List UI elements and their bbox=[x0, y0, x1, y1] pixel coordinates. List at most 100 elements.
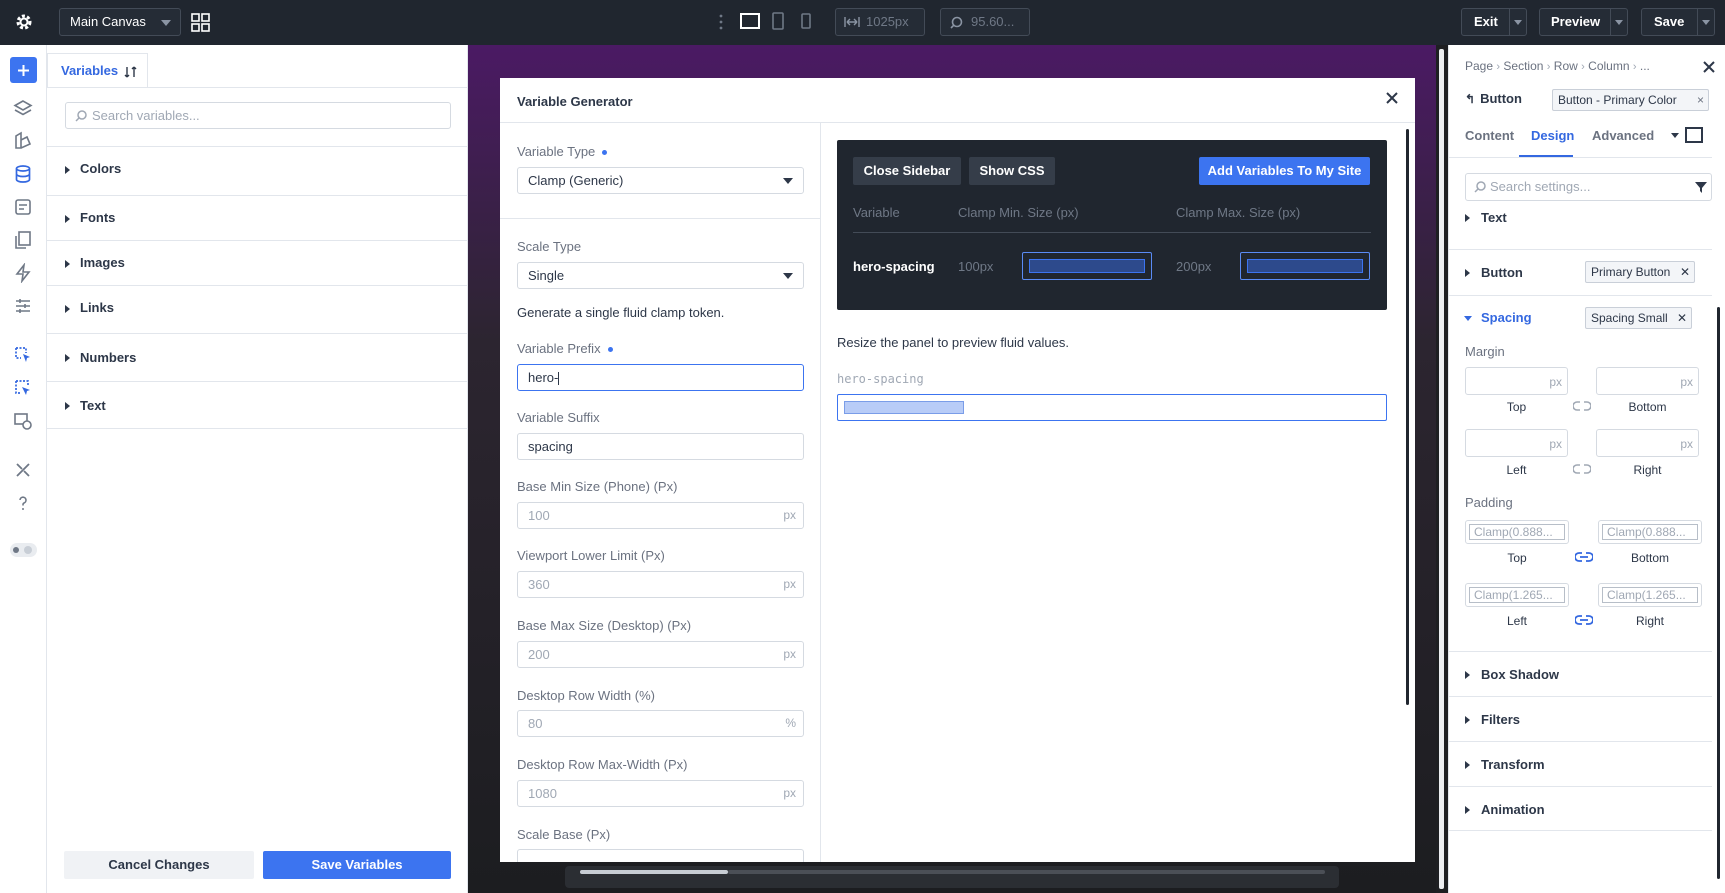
more-vertical-icon[interactable] bbox=[719, 13, 723, 31]
margin-bottom-input[interactable]: px bbox=[1596, 367, 1699, 395]
scale-description: Generate a single fluid clamp token. bbox=[517, 305, 725, 320]
dark-mode-toggle[interactable] bbox=[10, 543, 37, 557]
tab-advanced[interactable]: Advanced bbox=[1592, 128, 1654, 143]
exit-dropdown-icon[interactable] bbox=[1509, 9, 1526, 35]
lightning-icon[interactable] bbox=[13, 263, 33, 283]
link-icon[interactable] bbox=[1575, 615, 1593, 625]
variable-group-numbers[interactable]: Numbers bbox=[47, 333, 468, 381]
theme-builder-icon[interactable] bbox=[13, 131, 33, 151]
button-preset-label: Primary Button bbox=[1591, 265, 1671, 279]
select-tool-icon[interactable] bbox=[13, 345, 33, 365]
scale-type-select[interactable]: Single bbox=[517, 262, 804, 289]
link-icon[interactable] bbox=[1575, 552, 1593, 562]
list-settings-icon[interactable] bbox=[13, 296, 33, 316]
row-width-input[interactable]: 80% bbox=[517, 710, 804, 737]
tools-icon[interactable] bbox=[13, 460, 33, 480]
grid-view-icon[interactable] bbox=[191, 13, 210, 32]
save-variables-button[interactable]: Save Variables bbox=[263, 851, 451, 879]
multi-select-icon[interactable] bbox=[13, 378, 33, 398]
padding-top-input[interactable]: Clamp(0.888... bbox=[1465, 520, 1569, 544]
add-variables-button[interactable]: Add Variables To My Site bbox=[1199, 157, 1370, 185]
margin-left-input[interactable]: px bbox=[1465, 429, 1568, 457]
preview-dropdown-icon[interactable] bbox=[1610, 9, 1627, 35]
view-toggle-icon[interactable] bbox=[1685, 127, 1703, 143]
sort-icon[interactable] bbox=[124, 66, 137, 78]
variable-prefix-input[interactable]: hero- bbox=[517, 364, 804, 391]
tab-content[interactable]: Content bbox=[1465, 128, 1514, 143]
variables-database-icon[interactable] bbox=[13, 164, 33, 184]
modal-scrollbar[interactable] bbox=[1406, 129, 1409, 705]
close-icon[interactable]: ✕ bbox=[1680, 262, 1690, 282]
presets-icon[interactable] bbox=[13, 197, 33, 217]
button-preset-tag[interactable]: Primary Button ✕ bbox=[1585, 261, 1695, 283]
back-arrow-icon[interactable]: ↰ bbox=[1465, 92, 1475, 106]
unlink-icon[interactable] bbox=[1573, 401, 1591, 411]
padding-left-input[interactable]: Clamp(1.265... bbox=[1465, 583, 1569, 607]
section-animation[interactable]: Animation bbox=[1449, 786, 1712, 831]
section-box-shadow[interactable]: Box Shadow bbox=[1449, 651, 1712, 696]
margin-right-input[interactable]: px bbox=[1596, 429, 1699, 457]
search-settings-input[interactable]: Search settings... bbox=[1465, 173, 1712, 201]
breadcrumb-section[interactable]: Section bbox=[1503, 59, 1543, 73]
help-icon[interactable] bbox=[13, 493, 33, 513]
section-filters[interactable]: Filters bbox=[1449, 696, 1712, 741]
variable-group-fonts[interactable]: Fonts bbox=[47, 195, 468, 240]
settings-scrollbar[interactable] bbox=[1717, 307, 1720, 879]
base-max-input[interactable]: 200 px bbox=[517, 641, 804, 668]
exit-button[interactable]: Exit bbox=[1461, 8, 1527, 36]
breadcrumb-more[interactable]: ... bbox=[1640, 59, 1650, 73]
close-icon[interactable] bbox=[1702, 60, 1716, 74]
search-variables-input[interactable]: Search variables... bbox=[65, 102, 451, 129]
padding-right-input[interactable]: Clamp(1.265... bbox=[1598, 583, 1702, 607]
close-sidebar-button[interactable]: Close Sidebar bbox=[853, 157, 961, 185]
variable-group-images[interactable]: Images bbox=[47, 240, 468, 285]
row-max-input[interactable]: 1080 px bbox=[517, 780, 804, 807]
breadcrumb-column[interactable]: Column bbox=[1588, 59, 1629, 73]
responsive-settings-icon[interactable] bbox=[13, 411, 33, 431]
close-icon[interactable]: ✕ bbox=[1677, 308, 1687, 328]
zoom-input[interactable]: 95.60... bbox=[940, 8, 1030, 36]
variable-group-text[interactable]: Text bbox=[47, 381, 468, 429]
desktop-view-icon[interactable] bbox=[740, 12, 760, 30]
add-element-button[interactable] bbox=[10, 57, 37, 83]
preview-button[interactable]: Preview bbox=[1539, 8, 1628, 36]
section-text[interactable]: Text bbox=[1449, 205, 1712, 249]
save-dropdown-icon[interactable] bbox=[1697, 9, 1714, 35]
viewport-lower-input[interactable]: 360 px bbox=[517, 571, 804, 598]
cancel-changes-button[interactable]: Cancel Changes bbox=[64, 851, 254, 879]
save-button[interactable]: Save bbox=[1641, 8, 1715, 36]
base-min-input[interactable]: 100 px bbox=[517, 502, 804, 529]
tab-variables[interactable]: Variables bbox=[47, 53, 148, 87]
variable-type-select[interactable]: Clamp (Generic) bbox=[517, 167, 804, 194]
breadcrumb-page[interactable]: Page bbox=[1465, 59, 1493, 73]
canvas-width-input[interactable]: 1025px bbox=[835, 8, 925, 36]
scrollbar-thumb[interactable] bbox=[580, 870, 728, 874]
section-transform-label: Transform bbox=[1481, 757, 1545, 772]
breadcrumb-row[interactable]: Row bbox=[1554, 59, 1578, 73]
margin-top-input[interactable]: px bbox=[1465, 367, 1568, 395]
scrollbar-thumb[interactable] bbox=[1439, 49, 1444, 889]
variable-group-links[interactable]: Links bbox=[47, 285, 468, 330]
tabs-dropdown-icon[interactable] bbox=[1671, 133, 1679, 138]
tab-design[interactable]: Design bbox=[1531, 128, 1574, 143]
canvas-horizontal-scrollbar[interactable] bbox=[565, 866, 1339, 888]
pages-icon[interactable] bbox=[13, 230, 33, 250]
section-transform[interactable]: Transform bbox=[1449, 741, 1712, 786]
preset-tag[interactable]: Button - Primary Color × bbox=[1552, 89, 1709, 111]
settings-gear-icon[interactable] bbox=[14, 12, 34, 32]
scale-base-input[interactable] bbox=[517, 849, 804, 862]
phone-view-icon[interactable] bbox=[801, 12, 811, 30]
variable-suffix-input[interactable]: spacing bbox=[517, 433, 804, 460]
canvas-vertical-scrollbar[interactable] bbox=[1436, 45, 1448, 893]
spacing-preset-tag[interactable]: Spacing Small ✕ bbox=[1585, 307, 1692, 329]
canvas-select[interactable]: Main Canvas bbox=[59, 8, 181, 36]
close-icon[interactable]: × bbox=[1697, 90, 1704, 110]
filter-icon[interactable] bbox=[1695, 182, 1707, 193]
layers-icon[interactable] bbox=[13, 98, 33, 118]
show-css-button[interactable]: Show CSS bbox=[969, 157, 1055, 185]
variable-group-colors[interactable]: Colors bbox=[47, 146, 468, 191]
unlink-icon[interactable] bbox=[1573, 464, 1591, 474]
close-icon[interactable] bbox=[1383, 89, 1401, 107]
padding-bottom-input[interactable]: Clamp(0.888... bbox=[1598, 520, 1702, 544]
tablet-view-icon[interactable] bbox=[772, 12, 784, 30]
